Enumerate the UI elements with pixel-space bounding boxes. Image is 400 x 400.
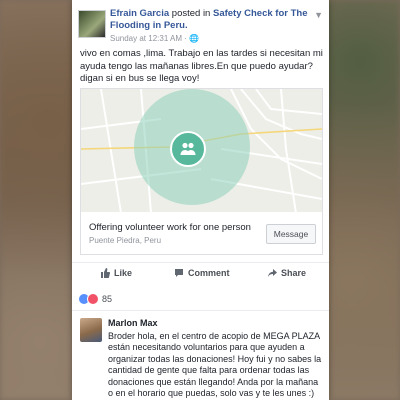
like-label: Like	[114, 268, 133, 278]
comment-icon	[175, 269, 183, 277]
commenter-name[interactable]: Marlon Max	[108, 318, 322, 330]
globe-icon: · 🌐	[184, 34, 200, 43]
post-header: Efrain Garcia posted in Safety Check for…	[72, 0, 329, 44]
thumbs-up-icon	[101, 268, 110, 278]
post-body: vivo en comas ,lima. Trabajo en las tard…	[80, 48, 323, 84]
posted-in-text: posted in	[171, 8, 211, 19]
offer-title: Offering volunteer work for one person	[89, 222, 251, 233]
comment: Marlon Max Broder hola, en el centro de …	[108, 318, 322, 400]
comment-text: Broder hola, en el centro de acopio de M…	[108, 330, 322, 399]
post-meta: Sunday at 12:31 AM · 🌐	[110, 33, 315, 45]
share-button[interactable]: Share	[267, 268, 306, 278]
facebook-post-card: Efrain Garcia posted in Safety Check for…	[72, 0, 329, 400]
reactions-summary[interactable]: 85	[78, 292, 112, 306]
share-icon	[268, 269, 277, 277]
comment-label: Comment	[188, 268, 230, 278]
commenter-avatar[interactable]	[80, 318, 102, 342]
post-actions: Like Comment Share	[72, 262, 329, 285]
post-header-text: Efrain Garcia posted in Safety Check for…	[110, 8, 315, 45]
comment-button[interactable]: Comment	[174, 268, 230, 278]
love-icon	[87, 293, 99, 305]
author-avatar[interactable]	[78, 10, 106, 38]
people-icon	[170, 131, 206, 167]
post-timestamp[interactable]: Sunday at 12:31 AM	[110, 34, 182, 43]
volunteer-offer: Offering volunteer work for one person P…	[80, 212, 323, 255]
share-label: Share	[281, 268, 307, 278]
like-button[interactable]: Like	[100, 268, 132, 278]
offer-location: Puente Piedra, Peru	[89, 236, 162, 245]
comments-divider	[72, 310, 329, 311]
message-button[interactable]: Message	[266, 224, 316, 244]
chevron-down-icon[interactable]: ▼	[314, 10, 323, 20]
reaction-count: 85	[102, 294, 113, 304]
author-name[interactable]: Efrain Garcia	[110, 8, 169, 19]
